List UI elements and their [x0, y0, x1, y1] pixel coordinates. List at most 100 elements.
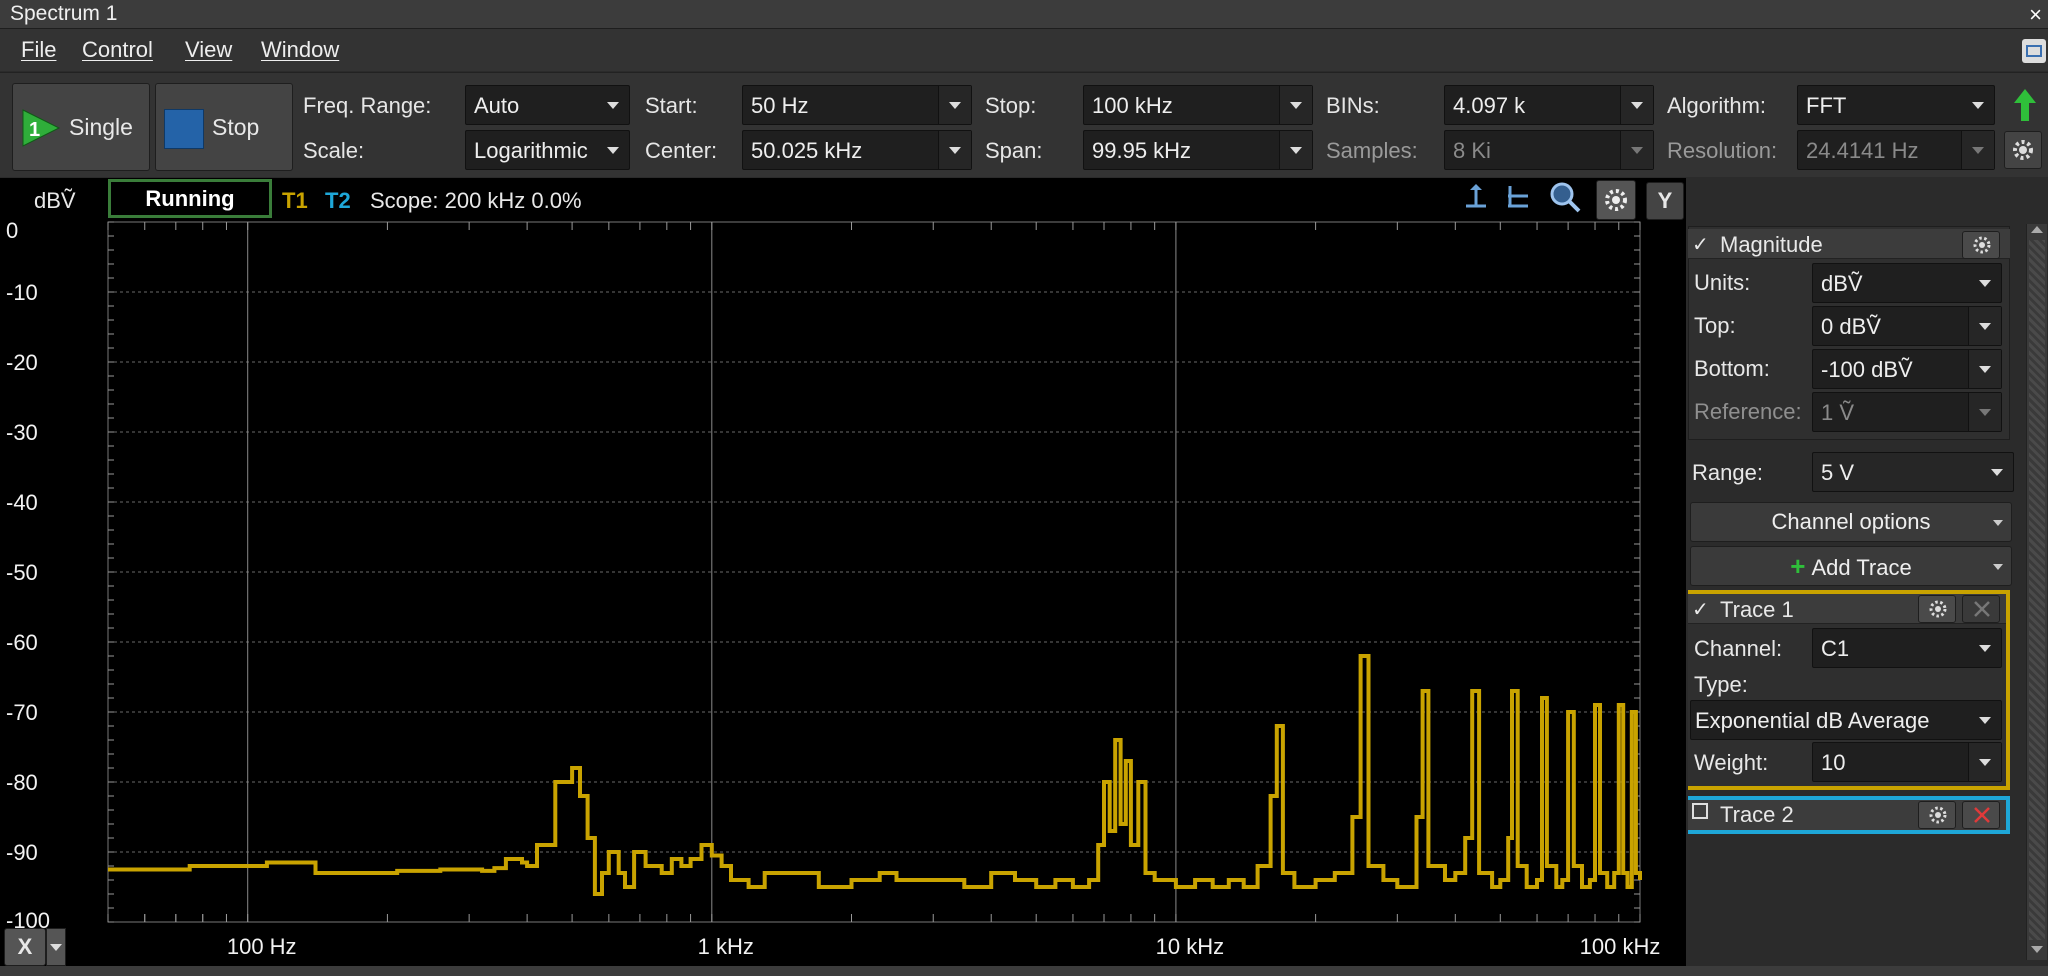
chevron-down-icon [50, 944, 62, 951]
scale-label: Scale: [303, 138, 365, 163]
y-unit-label: dBṼ [34, 188, 76, 213]
freq-range-select[interactable]: Auto [465, 85, 630, 125]
type-select[interactable]: Exponential dB Average [1690, 700, 2002, 740]
trace-2-title: Trace 2 [1720, 802, 1794, 827]
start-label: Start: [645, 93, 698, 118]
x-tick-label: 100 Hz [227, 934, 297, 959]
x-axis-dropdown[interactable] [46, 928, 66, 966]
single-run-icon: 1 [22, 109, 61, 147]
stop-field[interactable]: 100 kHz [1083, 85, 1313, 125]
spectrum-plot-area[interactable]: 0 -10 -20 -30 -40 -50 -60 -70 -80 -90 -100 100 Hz 1 … [0, 178, 1686, 976]
resolution-field: 24.4141 Hz [1797, 130, 1995, 170]
stop-icon [164, 109, 204, 149]
y-tick-label: -90 [6, 840, 38, 865]
status-running-badge[interactable]: Running [108, 179, 272, 218]
weight-label: Weight: [1694, 750, 1769, 775]
gear-icon [1929, 600, 1947, 618]
window-restore-icon[interactable] [2022, 39, 2046, 63]
trace-1-check[interactable]: ✓ [1692, 597, 1709, 622]
channel-select[interactable]: C1 [1812, 628, 2002, 668]
trace-1-settings-button[interactable] [1918, 595, 1956, 623]
menu-file[interactable]: File [21, 37, 56, 63]
plus-icon: + [1790, 551, 1806, 581]
close-icon [1974, 807, 1990, 823]
trace-2-settings-button[interactable] [1918, 801, 1956, 829]
chevron-down-icon [1968, 393, 2001, 431]
y-tick-label: -40 [6, 490, 38, 515]
single-button[interactable]: 1 Single [12, 83, 150, 171]
resolution-label: Resolution: [1667, 138, 1778, 163]
trace-2-checkbox[interactable] [1692, 803, 1708, 819]
gear-icon [1929, 806, 1947, 824]
stop-freq-label: Stop: [985, 93, 1037, 118]
trace-2-toggle[interactable]: T2 [325, 188, 351, 214]
center-label: Center: [645, 138, 718, 163]
scale-select[interactable]: Logarithmic [465, 130, 630, 170]
spectrum-chart[interactable]: 0-10-20-30-40-50-60-70-80-90-100100 Hz 1 … [0, 178, 1686, 976]
cursor-tool-icon[interactable] [1462, 182, 1490, 212]
span-field[interactable]: 99.95 kHz [1083, 130, 1313, 170]
chevron-down-icon [1968, 307, 2001, 345]
add-trace-button[interactable]: + Add Trace [1690, 546, 2012, 586]
top-label: Top: [1694, 313, 1736, 338]
plot-settings-button[interactable] [1596, 180, 1636, 220]
side-panel-scrollbar[interactable] [2026, 224, 2047, 960]
y-tick-label: -50 [6, 560, 38, 585]
settings-gear-button[interactable] [2004, 131, 2042, 169]
stop-label: Stop [212, 114, 260, 140]
y-tick-label: -80 [6, 770, 38, 795]
algorithm-select[interactable]: FFT [1797, 85, 1995, 125]
toolbar: 1 Single Stop Freq. Range: Auto Scale: L… [0, 72, 2048, 177]
samples-label: Samples: [1326, 138, 1418, 163]
gear-icon [1605, 189, 1627, 211]
scroll-thumb[interactable] [2029, 240, 2045, 940]
chevron-down-icon [1279, 86, 1312, 124]
chevron-down-icon [1620, 86, 1653, 124]
chevron-down-icon [1969, 629, 2001, 667]
stop-button[interactable]: Stop [155, 83, 293, 171]
magnitude-title: Magnitude [1720, 232, 1823, 257]
weight-field[interactable]: 10 [1812, 742, 2002, 782]
gear-icon [1973, 236, 1991, 254]
samples-field: 8 Ki [1444, 130, 1654, 170]
magnitude-settings-button[interactable] [1962, 231, 2000, 259]
trace-1-title: Trace 1 [1720, 597, 1794, 622]
arrow-up-icon[interactable] [2012, 87, 2038, 123]
range-select[interactable]: 5 V [1812, 452, 2014, 492]
trace-2-remove-button[interactable] [1962, 801, 2000, 829]
scroll-down-icon[interactable] [2031, 946, 2043, 953]
top-field[interactable]: 0 dBṼ [1812, 306, 2002, 346]
trace-1-remove-button [1962, 595, 2000, 623]
bins-label: BINs: [1326, 93, 1380, 118]
zoom-icon[interactable] [1548, 180, 1582, 214]
chevron-down-icon [1620, 131, 1653, 169]
menu-view[interactable]: View [185, 37, 232, 63]
channel-options-button[interactable]: Channel options [1690, 502, 2012, 542]
channel-label: Channel: [1694, 636, 1783, 661]
close-icon[interactable]: × [2029, 2, 2042, 28]
magnitude-check[interactable]: ✓ [1692, 232, 1709, 257]
chevron-down-icon [1993, 564, 2003, 570]
trace-1-toggle[interactable]: T1 [282, 188, 308, 214]
chevron-down-icon [1993, 520, 2003, 526]
bins-field[interactable]: 4.097 k [1444, 85, 1654, 125]
y-tick-label: -30 [6, 420, 38, 445]
single-label: Single [69, 114, 133, 140]
status-bar [0, 966, 2048, 976]
bottom-field[interactable]: -100 dBṼ [1812, 349, 2002, 389]
units-label: Units: [1694, 270, 1751, 295]
chevron-down-icon [1961, 131, 1994, 169]
x-axis-button[interactable]: X [4, 928, 46, 966]
reference-label: Reference: [1694, 399, 1802, 424]
start-field[interactable]: 50 Hz [742, 85, 972, 125]
menu-bar: File Control View Window [0, 29, 2048, 71]
menu-control[interactable]: Control [82, 37, 153, 63]
units-select[interactable]: dBṼ [1812, 263, 2002, 303]
chevron-down-icon [1279, 131, 1312, 169]
y-axis-button[interactable]: Y [1646, 182, 1684, 220]
marker-tool-icon[interactable] [1504, 182, 1532, 212]
scroll-up-icon[interactable] [2031, 226, 2043, 233]
menu-window[interactable]: Window [261, 37, 339, 63]
window-title: Spectrum 1 [10, 2, 118, 25]
center-field[interactable]: 50.025 kHz [742, 130, 972, 170]
